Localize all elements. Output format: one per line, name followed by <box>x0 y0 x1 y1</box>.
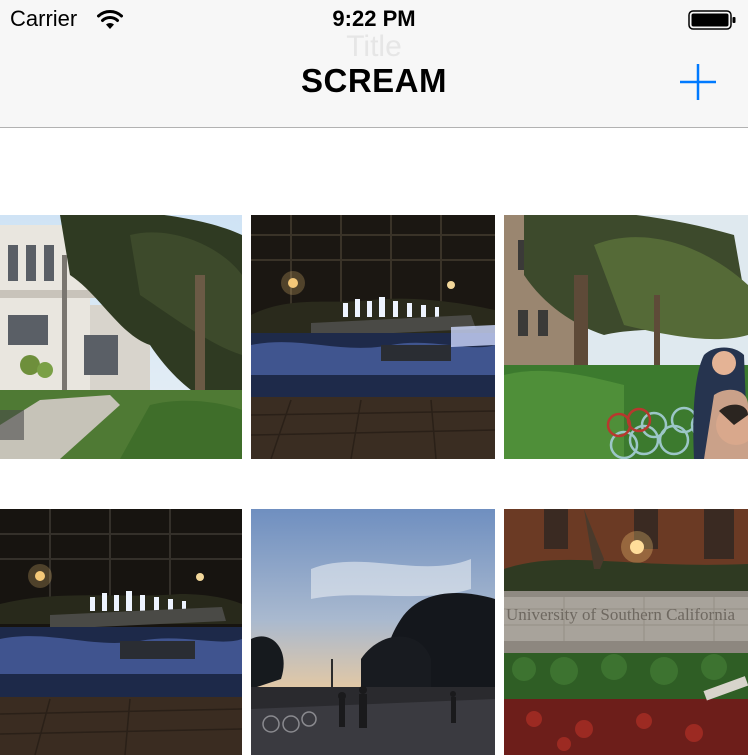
plus-icon <box>680 64 716 100</box>
photo-fountain-night <box>0 509 242 755</box>
page-title: SCREAM <box>300 62 447 99</box>
clock-label: 9:22 PM <box>332 6 416 31</box>
photo-bikes-trees <box>504 215 748 459</box>
photo-tile[interactable] <box>0 215 242 459</box>
photo-fountain-night <box>251 215 495 459</box>
sign-lettering: University of Southern California <box>506 605 735 624</box>
add-button[interactable] <box>676 60 720 104</box>
photo-sunset-trees <box>251 509 495 755</box>
photo-tile[interactable] <box>251 215 495 459</box>
battery-icon <box>688 9 738 31</box>
photo-tile[interactable] <box>251 509 495 755</box>
photo-tile[interactable] <box>0 509 242 755</box>
photo-tile[interactable]: University of Southern California <box>504 509 748 755</box>
photo-tile[interactable] <box>504 215 748 459</box>
navigation-bar: Title SCREAM <box>0 30 748 128</box>
photo-usc-sign: University of Southern California <box>504 509 748 755</box>
photo-campus-building <box>0 215 242 459</box>
ghost-title: Title <box>346 30 402 63</box>
app-screen: Carrier 9:22 PM Title SCREAM University … <box>0 0 748 755</box>
photo-grid: University of Southern California <box>0 128 748 755</box>
